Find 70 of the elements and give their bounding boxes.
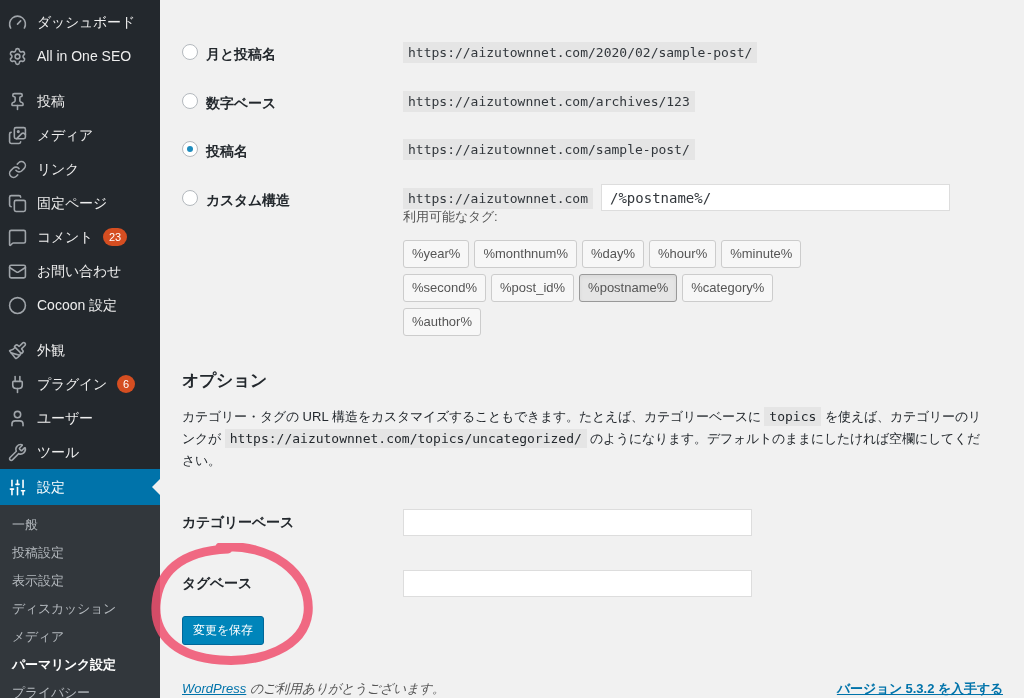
menu-item[interactable]: お問い合わせ (0, 254, 160, 288)
tag-button[interactable]: %postname% (579, 274, 678, 302)
tag-button[interactable]: %monthnum% (474, 240, 577, 268)
url-example: https://aizutownnet.com/2020/02/sample-post/ (403, 42, 758, 63)
description-text: カテゴリー・タグの URL 構造をカスタマイズすることもできます。たとえば、カテゴリーベースに topics を使えば、カテゴリーのリンクが https://aizutownnet.com/topics/uncategorized/ のようになります。デフォルトのままにしたければ空欄にしてください。 (182, 405, 982, 470)
url-example: https://aizutownnet.com/archives/123 (403, 90, 695, 112)
menu-item[interactable]: ツール (0, 435, 160, 469)
menu-item[interactable]: 外観 (0, 333, 160, 367)
images-icon (8, 125, 27, 145)
radio-button[interactable] (182, 141, 198, 158)
count-badge: 6 (117, 375, 136, 393)
option-label: 数字ベース (206, 93, 276, 113)
radio-button[interactable] (182, 44, 198, 60)
version-link[interactable]: バージョン 5.3.2 を入手する (836, 678, 1003, 698)
menu-item[interactable]: 設定 (0, 469, 160, 505)
submenu-item[interactable]: メディア (0, 623, 160, 651)
menu-item[interactable]: Cocoon 設定 (0, 288, 160, 322)
field-label: タグベース (182, 573, 253, 593)
footer-text: WordPress のご利用ありがとうございます。 (182, 679, 445, 698)
tag-button[interactable]: %author% (403, 308, 481, 336)
current-pointer-icon (152, 479, 160, 495)
menu-item[interactable]: リンク (0, 152, 160, 186)
envelope-icon (8, 261, 27, 281)
tag-button[interactable]: %minute% (721, 240, 802, 268)
submenu-item[interactable]: 投稿設定 (0, 539, 160, 567)
tag-button[interactable]: %post_id% (491, 274, 575, 302)
option-label: 月と投稿名 (206, 45, 276, 64)
menu-item[interactable]: 固定ページ (0, 186, 160, 220)
menu-item[interactable]: All in One SEO (0, 39, 160, 73)
input-field[interactable] (403, 569, 752, 597)
option-label: 投稿名 (206, 142, 248, 162)
menu-item[interactable]: メディア (0, 118, 160, 152)
menu-item[interactable]: ユーザー (0, 401, 160, 435)
gauge-icon (8, 12, 27, 32)
save-button[interactable]: 変更を保存 (182, 615, 264, 645)
submenu-item[interactable]: ディスカッション (0, 595, 160, 623)
pin-icon (8, 91, 27, 111)
wrench-icon (8, 442, 27, 462)
input-field[interactable] (403, 508, 752, 536)
sliders-icon (8, 477, 27, 497)
menu-item[interactable]: ダッシュボード (0, 5, 160, 39)
field-label: カテゴリーベース (182, 512, 295, 532)
tag-button[interactable]: %second% (403, 274, 487, 302)
menu-item[interactable]: コメント 23 (0, 220, 160, 254)
wordpress-link[interactable]: WordPress (182, 680, 247, 696)
input-field[interactable]: /%postname%/ (601, 184, 950, 212)
submenu-item[interactable]: パーマリンク設定 (0, 651, 160, 679)
user-icon (8, 408, 27, 428)
tag-button[interactable]: %year% (403, 240, 470, 268)
pages-icon (8, 193, 27, 213)
tag-button[interactable]: %hour% (649, 240, 717, 268)
paintbrush-icon (8, 340, 27, 360)
circle-icon (8, 295, 27, 315)
tags-label: 利用可能なタグ: (403, 207, 499, 226)
menu-item[interactable]: 投稿 (0, 84, 160, 118)
section-heading: オプション (182, 370, 268, 392)
radio-button[interactable] (182, 189, 198, 206)
submenu-item[interactable]: 一般 (0, 511, 160, 539)
tag-button[interactable]: %category% (682, 274, 774, 302)
count-badge: 23 (103, 228, 128, 246)
option-label: カスタム構造 (206, 190, 290, 210)
menu-item[interactable]: プラグイン 6 (0, 367, 160, 401)
radio-button[interactable] (182, 92, 198, 109)
url-example: https://aizutownnet.com/sample-post/ (403, 139, 695, 161)
speech-bubble-icon (8, 227, 27, 247)
url-example: https://aizutownnet.com (403, 187, 593, 209)
tag-button[interactable]: %day% (581, 240, 645, 268)
gear-icon (8, 46, 27, 66)
submenu-item[interactable]: 表示設定 (0, 567, 160, 595)
link-icon (8, 159, 27, 179)
